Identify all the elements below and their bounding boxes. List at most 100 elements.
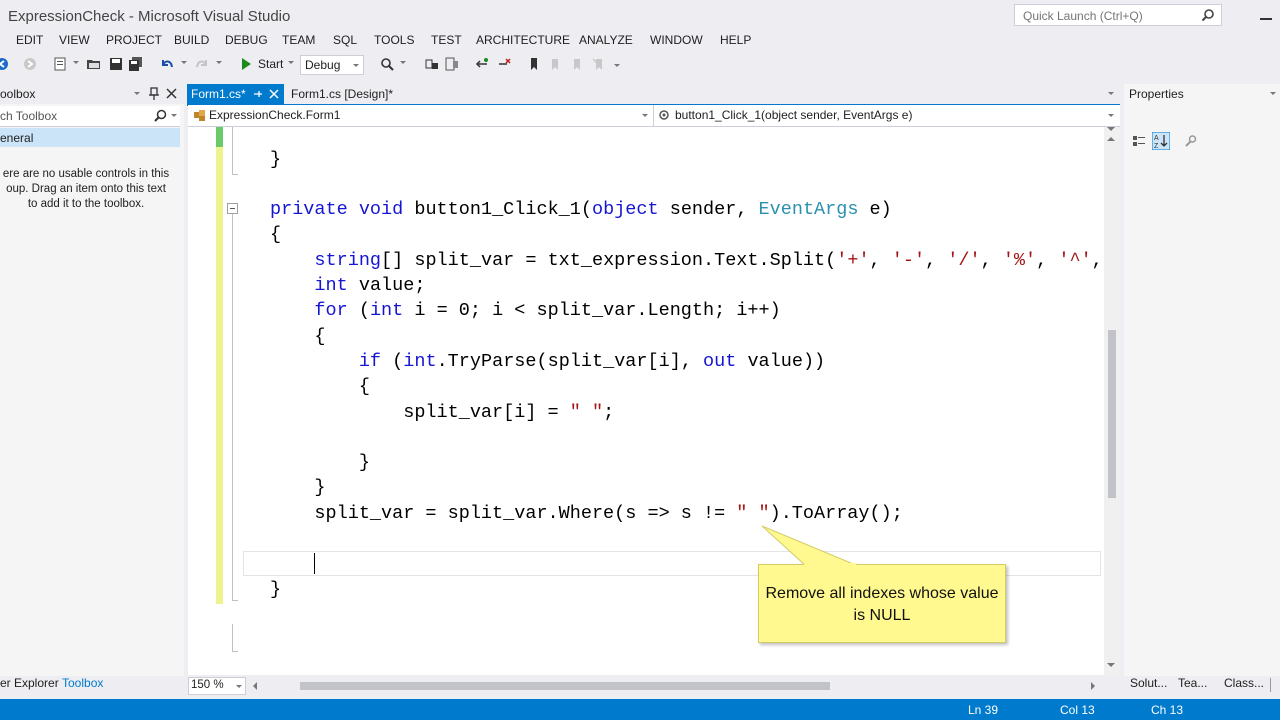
outline-guide (232, 127, 233, 175)
outline-guide (232, 174, 238, 175)
method-icon (659, 110, 669, 120)
class-dropdown[interactable]: ExpressionCheck.Form1 (188, 105, 654, 126)
categorized-icon[interactable] (1132, 134, 1146, 148)
chevron-down-icon[interactable] (171, 114, 177, 117)
toolbox-search[interactable]: ch Toolbox (0, 106, 180, 127)
tab-label: Form1.cs* (191, 87, 246, 101)
tab-solution-explorer[interactable]: er Explorer (0, 676, 59, 690)
zoom-value: 150 % (191, 679, 224, 691)
menu-build[interactable]: BUILD (174, 33, 209, 47)
callout-join (804, 563, 856, 565)
collapse-icon[interactable] (227, 203, 238, 214)
toolbox-empty-message: ere are no usable controls in this oup. … (2, 168, 170, 210)
chevron-down-icon[interactable] (134, 92, 140, 95)
comment-icon[interactable] (444, 56, 460, 72)
scroll-right-icon[interactable] (1091, 682, 1095, 690)
property-pages-icon[interactable] (1183, 134, 1197, 148)
menu-sql[interactable]: SQL (333, 33, 357, 47)
horizontal-scroll-thumb[interactable] (300, 682, 830, 690)
scroll-down-icon[interactable] (1107, 663, 1115, 667)
search-icon[interactable] (154, 109, 167, 122)
chevron-down-icon[interactable] (288, 61, 294, 64)
bookmark-icon[interactable] (526, 56, 542, 72)
chevron-down-icon[interactable] (216, 61, 222, 64)
scroll-up-icon[interactable] (1107, 137, 1115, 141)
tab-form1-cs[interactable]: Form1.cs* (187, 84, 284, 104)
pin-icon[interactable] (148, 87, 160, 101)
back-icon[interactable] (0, 56, 10, 72)
pin-icon[interactable] (253, 89, 263, 99)
save-icon[interactable] (108, 56, 124, 72)
menu-bar: EDIT VIEW PROJECT BUILD DEBUG TEAM SQL T… (0, 32, 1280, 52)
chevron-down-icon[interactable] (614, 64, 620, 67)
code-line: { (270, 376, 370, 397)
tab-class-view[interactable]: Class... (1224, 676, 1264, 690)
search-icon[interactable] (1201, 8, 1215, 22)
status-line: Ln 39 (968, 703, 999, 717)
forward-icon[interactable] (22, 56, 38, 72)
undo-icon[interactable] (159, 56, 175, 72)
member-dropdown[interactable]: button1_Click_1(object sender, EventArgs… (654, 105, 1120, 126)
find-in-files-icon[interactable] (379, 56, 395, 72)
minimize-icon[interactable] (1256, 8, 1278, 24)
menu-help[interactable]: HELP (720, 33, 751, 47)
navigate-icon[interactable] (424, 56, 440, 72)
start-play-icon[interactable] (238, 56, 254, 72)
tab-solution-explorer-right[interactable]: Solut... (1130, 676, 1167, 690)
menu-view[interactable]: VIEW (59, 33, 90, 47)
chevron-down-icon[interactable] (181, 61, 187, 64)
zoom-dropdown[interactable]: 150 % (188, 677, 246, 695)
chevron-down-icon[interactable] (1270, 92, 1276, 95)
tab-toolbox[interactable]: Toolbox (62, 676, 103, 690)
prev-bookmark-icon[interactable] (546, 56, 562, 72)
window-title: ExpressionCheck - Microsoft Visual Studi… (8, 8, 291, 25)
scroll-left-icon[interactable] (253, 682, 257, 690)
chevron-down-icon (642, 114, 648, 117)
member-name: button1_Click_1(object sender, EventArgs… (675, 108, 913, 122)
menu-analyze[interactable]: ANALYZE (579, 33, 633, 47)
close-icon[interactable] (166, 88, 177, 99)
code-line: { (270, 224, 282, 245)
menu-window[interactable]: WINDOW (650, 33, 703, 47)
chevron-down-icon[interactable] (73, 61, 79, 64)
menu-debug[interactable]: DEBUG (225, 33, 268, 47)
new-project-icon[interactable] (52, 56, 68, 72)
chevron-down-icon[interactable] (1107, 127, 1115, 131)
tab-form1-design[interactable]: Form1.cs [Design]* (291, 87, 393, 101)
step-back-icon[interactable] (474, 56, 490, 72)
step-remove-icon[interactable] (496, 56, 512, 72)
code-line: } (270, 579, 282, 600)
toolbox-group-general[interactable]: eneral (0, 128, 180, 147)
menu-edit[interactable]: EDIT (16, 33, 43, 47)
code-line: { (270, 326, 326, 347)
outline-guide (232, 624, 233, 652)
alphabetical-icon[interactable]: AZ (1152, 132, 1170, 150)
chevron-down-icon[interactable] (400, 61, 406, 64)
save-all-icon[interactable] (128, 56, 144, 72)
navigation-bar: ExpressionCheck.Form1 button1_Click_1(ob… (188, 105, 1120, 127)
quick-launch-input[interactable] (1021, 6, 1200, 26)
text-caret (314, 553, 315, 574)
open-file-icon[interactable] (86, 56, 102, 72)
close-icon[interactable] (269, 89, 279, 99)
menu-team[interactable]: TEAM (282, 33, 315, 47)
menu-architecture[interactable]: ARCHITECTURE (476, 33, 570, 47)
quick-launch-box[interactable] (1014, 4, 1222, 26)
menu-project[interactable]: PROJECT (106, 33, 162, 47)
configuration-dropdown[interactable]: Debug (300, 55, 364, 75)
chevron-down-icon[interactable] (1108, 92, 1114, 95)
tab-team-explorer[interactable]: Tea... (1178, 676, 1207, 690)
clear-bookmarks-icon[interactable] (590, 56, 606, 72)
menu-tools[interactable]: TOOLS (374, 33, 414, 47)
next-bookmark-icon[interactable] (568, 56, 584, 72)
menu-test[interactable]: TEST (431, 33, 462, 47)
chevron-down-icon (236, 685, 242, 688)
vertical-scroll-thumb[interactable] (1108, 330, 1116, 498)
code-line: split_var = split_var.Where(s => s != " … (270, 503, 903, 524)
configuration-value: Debug (305, 58, 341, 72)
toolbox-group-label: eneral (0, 131, 34, 145)
start-button[interactable]: Start (258, 57, 283, 71)
redo-icon[interactable] (194, 56, 210, 72)
code-line: private void button1_Click_1(object send… (270, 199, 892, 220)
annotation-callout: Remove all indexes whose value is NULL (758, 564, 1006, 643)
